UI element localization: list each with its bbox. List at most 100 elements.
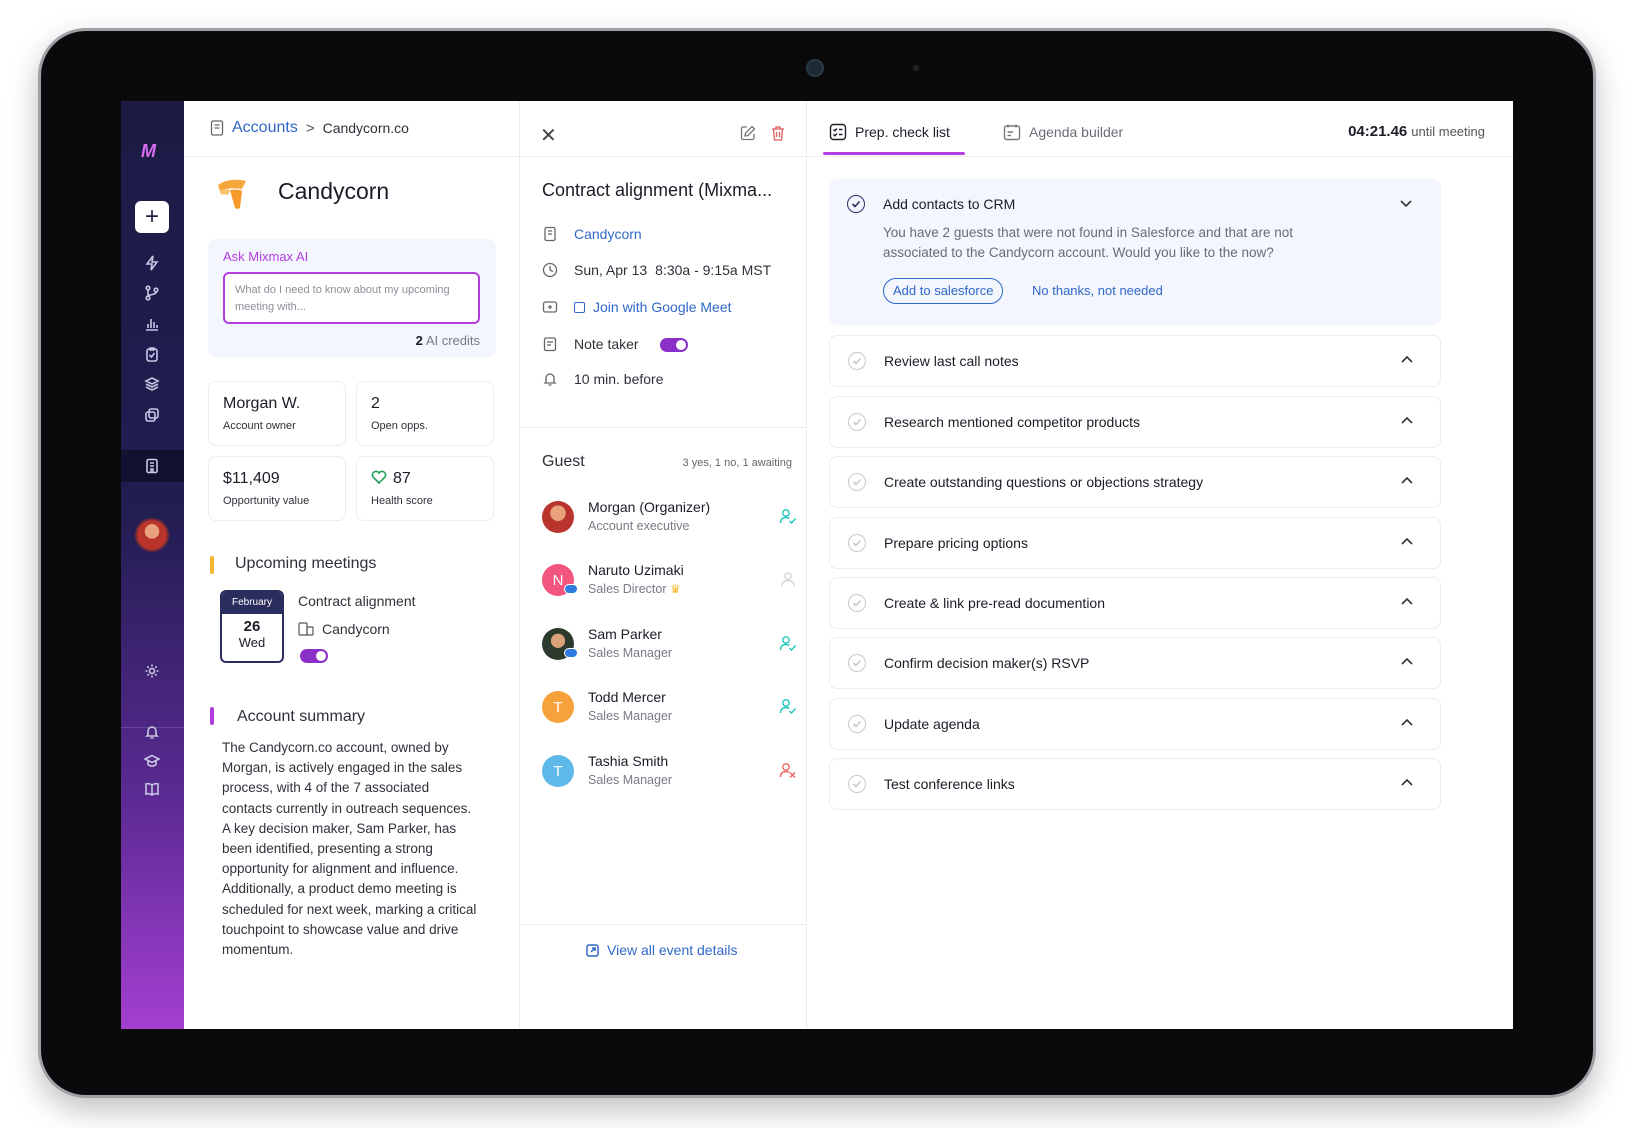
branch-icon[interactable] bbox=[142, 283, 162, 303]
event-datetime-row: Sun, Apr 13 8:30a - 9:15a MST bbox=[542, 262, 771, 278]
note-taker-label: Note taker bbox=[574, 336, 639, 352]
health-score-card: 87 Health score bbox=[356, 456, 494, 521]
clipboard-check-icon[interactable] bbox=[142, 344, 162, 364]
note-taker-row: Note taker bbox=[542, 336, 639, 352]
chevron-up-icon[interactable] bbox=[1400, 655, 1414, 669]
sidebar: M + bbox=[121, 101, 184, 1029]
breadcrumb-accounts-link[interactable]: Accounts bbox=[232, 119, 298, 137]
salesforce-badge-icon bbox=[564, 648, 578, 658]
check-icon bbox=[852, 418, 862, 426]
building-icon bbox=[210, 120, 224, 136]
layers-icon[interactable] bbox=[142, 374, 162, 394]
chevron-up-icon[interactable] bbox=[1400, 353, 1414, 367]
event-title: Contract alignment (Mixma... bbox=[542, 180, 773, 200]
rsvp-yes-icon bbox=[779, 634, 797, 652]
checklist-item[interactable]: Confirm decision maker(s) RSVP bbox=[829, 637, 1441, 689]
view-all-event-details-link[interactable]: View all event details bbox=[586, 942, 737, 958]
breadcrumb-current: Candycorn.co bbox=[322, 120, 409, 136]
add-to-salesforce-button[interactable]: Add to salesforce bbox=[883, 278, 1004, 304]
account-summary-title: Account summary bbox=[237, 708, 366, 725]
accounts-icon[interactable] bbox=[142, 456, 162, 476]
checklist-item-label: Update agenda bbox=[884, 716, 980, 732]
account-name: Candycorn bbox=[278, 178, 390, 204]
checklist-item[interactable]: Prepare pricing options bbox=[829, 517, 1441, 569]
bell-icon[interactable] bbox=[142, 722, 162, 742]
checkbox[interactable] bbox=[848, 654, 866, 672]
gear-icon[interactable] bbox=[142, 661, 162, 681]
health-score-value: 87 bbox=[393, 470, 411, 487]
checkbox[interactable] bbox=[848, 413, 866, 431]
checklist-item[interactable]: Review last call notes bbox=[829, 335, 1441, 387]
upcoming-meetings-title: Upcoming meetings bbox=[235, 555, 377, 572]
guest-row[interactable]: T Tashia Smith Sales Manager bbox=[542, 751, 797, 791]
checkbox[interactable] bbox=[848, 594, 866, 612]
checklist-item[interactable]: Research mentioned competitor products bbox=[829, 396, 1441, 448]
ai-credits-label: AI credits bbox=[425, 333, 480, 348]
notes-icon bbox=[543, 337, 557, 352]
note-taker-toggle[interactable] bbox=[660, 338, 688, 352]
chevron-up-icon[interactable] bbox=[1400, 716, 1414, 730]
guest-name: Morgan (Organizer) bbox=[588, 499, 711, 515]
mixmax-logo: M bbox=[141, 141, 156, 161]
meeting-day: 26 bbox=[243, 618, 261, 635]
edit-icon[interactable] bbox=[740, 125, 756, 141]
chevron-up-icon[interactable] bbox=[1400, 535, 1414, 549]
account-owner-value: Morgan W. bbox=[223, 395, 301, 412]
checkbox[interactable] bbox=[848, 534, 866, 552]
trash-icon[interactable] bbox=[770, 125, 786, 141]
event-account-link[interactable]: Candycorn bbox=[574, 226, 642, 242]
user-avatar[interactable] bbox=[135, 518, 169, 552]
heart-icon bbox=[371, 470, 387, 484]
meeting-note-taker-toggle[interactable] bbox=[300, 649, 328, 663]
prep-panel: Prep. check list Agenda builder 04:21.46… bbox=[807, 101, 1513, 1029]
guest-row[interactable]: T Todd Mercer Sales Manager bbox=[542, 687, 797, 727]
account-panel: Accounts > Candycorn.co Candycorn Ask Mi… bbox=[184, 101, 520, 1029]
chevron-up-icon[interactable] bbox=[1400, 414, 1414, 428]
guest-row[interactable]: N Naruto Uzimaki Sales Director ♛ bbox=[542, 560, 797, 600]
checklist-item[interactable]: Test conference links bbox=[829, 758, 1441, 810]
checklist-item[interactable]: Create outstanding questions or objectio… bbox=[829, 456, 1441, 508]
check-icon bbox=[852, 478, 862, 486]
google-meet-link[interactable]: Join with Google Meet bbox=[574, 299, 732, 315]
checkbox[interactable] bbox=[848, 775, 866, 793]
avatar bbox=[542, 501, 574, 533]
check-icon bbox=[852, 659, 862, 667]
check-icon bbox=[852, 539, 862, 547]
checklist-item-title: Add contacts to CRM bbox=[883, 196, 1016, 212]
chevron-up-icon[interactable] bbox=[1400, 474, 1414, 488]
guest-row[interactable]: Sam Parker Sales Manager bbox=[542, 624, 797, 664]
checkbox[interactable] bbox=[848, 473, 866, 491]
chart-icon[interactable] bbox=[142, 314, 162, 334]
clock-icon bbox=[542, 262, 558, 278]
graduation-cap-icon[interactable] bbox=[142, 751, 162, 771]
chevron-up-icon[interactable] bbox=[1400, 595, 1414, 609]
checklist-item[interactable]: Update agenda bbox=[829, 698, 1441, 750]
close-icon[interactable]: ✕ bbox=[540, 123, 557, 148]
guest-row[interactable]: Morgan (Organizer) Account executive bbox=[542, 497, 797, 537]
building-icon bbox=[544, 226, 556, 242]
tab-agenda-builder[interactable]: Agenda builder bbox=[1003, 123, 1123, 141]
book-icon[interactable] bbox=[142, 779, 162, 799]
upcoming-meeting-title[interactable]: Contract alignment bbox=[298, 593, 416, 609]
app-screen: M + Accounts > Candycorn.co Candycorn As… bbox=[121, 101, 1513, 1029]
create-button[interactable]: + bbox=[135, 201, 169, 233]
checkbox[interactable] bbox=[848, 352, 866, 370]
account-summary-text: The Candycorn.co account, owned by Morga… bbox=[222, 740, 477, 958]
view-all-label: View all event details bbox=[607, 942, 738, 958]
chevron-up-icon[interactable] bbox=[1400, 776, 1414, 790]
checklist-item-description: You have 2 guests that were not found in… bbox=[883, 225, 1294, 260]
salesforce-badge-icon bbox=[564, 584, 578, 594]
checkbox[interactable] bbox=[847, 195, 865, 213]
lightning-icon[interactable] bbox=[142, 253, 162, 273]
checkbox[interactable] bbox=[848, 715, 866, 733]
copy-icon[interactable] bbox=[142, 405, 162, 425]
no-thanks-button[interactable]: No thanks, not needed bbox=[1032, 283, 1163, 298]
chevron-down-icon[interactable] bbox=[1399, 196, 1413, 210]
meeting-date-badge: February 26 Wed bbox=[220, 590, 284, 663]
checklist-item[interactable]: Create & link pre-read documention bbox=[829, 577, 1441, 629]
meeting-month: February bbox=[222, 592, 282, 614]
breadcrumb-separator: > bbox=[305, 119, 315, 137]
tab-prep-checklist[interactable]: Prep. check list bbox=[829, 123, 950, 141]
crown-icon: ♛ bbox=[669, 582, 681, 596]
ask-ai-input[interactable]: What do I need to know about my upcoming… bbox=[223, 272, 480, 324]
